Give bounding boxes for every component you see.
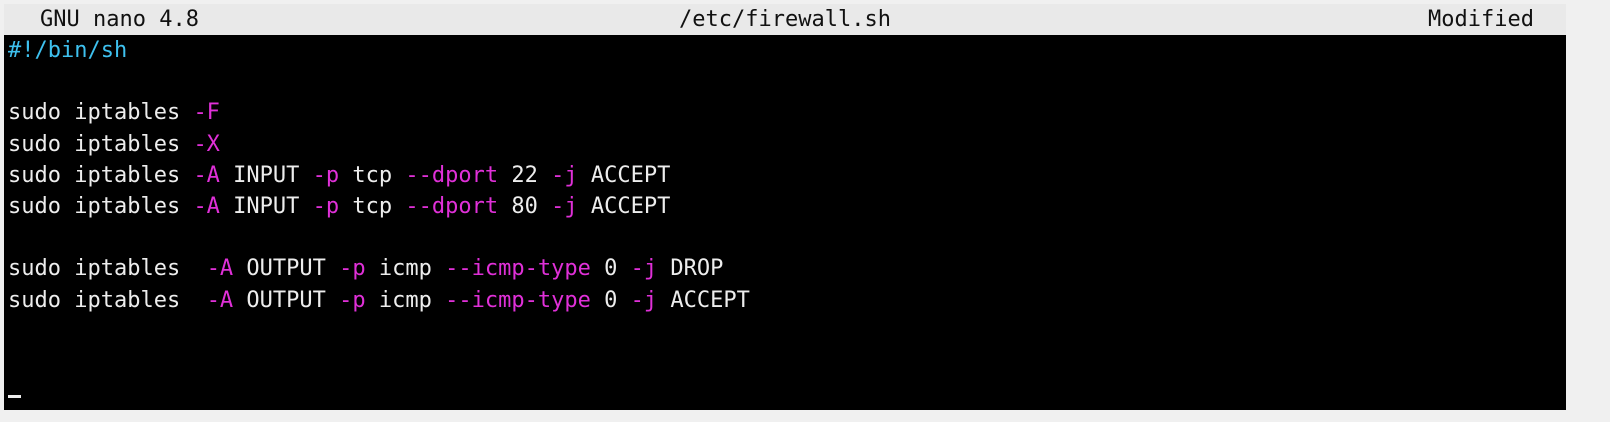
- code-line[interactable]: [8, 316, 1566, 347]
- code-line[interactable]: sudo iptables -A INPUT -p tcp --dport 22…: [8, 160, 1566, 191]
- code-line[interactable]: [8, 66, 1566, 97]
- option-flag: -A: [193, 193, 220, 219]
- option-flag: --icmp-type: [445, 287, 591, 313]
- option-flag: -p: [339, 287, 366, 313]
- code-text: OUTPUT: [233, 256, 340, 282]
- option-flag: -p: [339, 256, 366, 282]
- option-flag: -j: [630, 287, 658, 313]
- text-cursor: [8, 395, 21, 399]
- option-flag: -p: [312, 193, 340, 219]
- code-text: sudo iptables: [8, 131, 194, 157]
- app-version-label: GNU nano 4.8: [40, 7, 199, 32]
- option-flag: -j: [551, 162, 578, 188]
- code-line[interactable]: #!/bin/sh: [8, 35, 1566, 66]
- code-text: tcp: [339, 193, 406, 219]
- text-editing-area[interactable]: #!/bin/sh sudo iptables -F sudo iptables -…: [8, 35, 1566, 410]
- code-text: INPUT: [219, 193, 313, 219]
- option-flag: -A: [193, 162, 220, 188]
- code-text: sudo iptables: [8, 287, 207, 313]
- modified-status-label: Modified: [1428, 7, 1534, 32]
- code-text: sudo iptables: [8, 162, 194, 188]
- nano-editor-window[interactable]: GNU nano 4.8 /etc/firewall.sh Modified #…: [4, 4, 1566, 410]
- code-line[interactable]: sudo iptables -X: [8, 129, 1566, 160]
- code-line[interactable]: [8, 378, 1566, 409]
- code-text: sudo iptables: [8, 193, 194, 219]
- code-text: icmp: [365, 287, 446, 313]
- code-line[interactable]: sudo iptables -F: [8, 97, 1566, 128]
- code-line[interactable]: sudo iptables -A INPUT -p tcp --dport 80…: [8, 191, 1566, 222]
- code-line[interactable]: sudo iptables -A OUTPUT -p icmp --icmp-t…: [8, 285, 1566, 316]
- option-flag: --dport: [405, 162, 499, 188]
- option-flag: --dport: [405, 193, 499, 219]
- code-text: INPUT: [219, 162, 313, 188]
- code-text: icmp: [365, 256, 446, 282]
- option-flag: -A: [206, 287, 234, 313]
- option-flag: -F: [193, 100, 220, 126]
- option-flag: -X: [193, 131, 220, 157]
- option-flag: -A: [206, 256, 234, 282]
- file-path-label: /etc/firewall.sh: [679, 7, 891, 32]
- code-text: 80: [498, 193, 552, 219]
- option-flag: -p: [312, 162, 340, 188]
- code-text: 0: [590, 287, 631, 313]
- code-text: 22: [498, 162, 552, 188]
- code-text: tcp: [339, 162, 406, 188]
- code-line[interactable]: [8, 222, 1566, 253]
- option-flag: -j: [630, 256, 658, 282]
- code-line[interactable]: [8, 347, 1566, 378]
- code-text: OUTPUT: [233, 287, 340, 313]
- option-flag: -j: [551, 193, 578, 219]
- shebang-comment: #!/bin/sh: [8, 38, 128, 63]
- code-text: sudo iptables: [8, 256, 207, 282]
- option-flag: --icmp-type: [445, 256, 591, 282]
- code-text: DROP: [657, 256, 724, 282]
- code-text: ACCEPT: [657, 287, 750, 313]
- nano-title-bar: GNU nano 4.8 /etc/firewall.sh Modified: [4, 4, 1566, 35]
- code-text: sudo iptables: [8, 100, 194, 126]
- code-text: 0: [590, 256, 631, 282]
- code-line[interactable]: sudo iptables -A OUTPUT -p icmp --icmp-t…: [8, 253, 1566, 284]
- code-text: ACCEPT: [577, 162, 671, 188]
- code-text: ACCEPT: [577, 193, 671, 219]
